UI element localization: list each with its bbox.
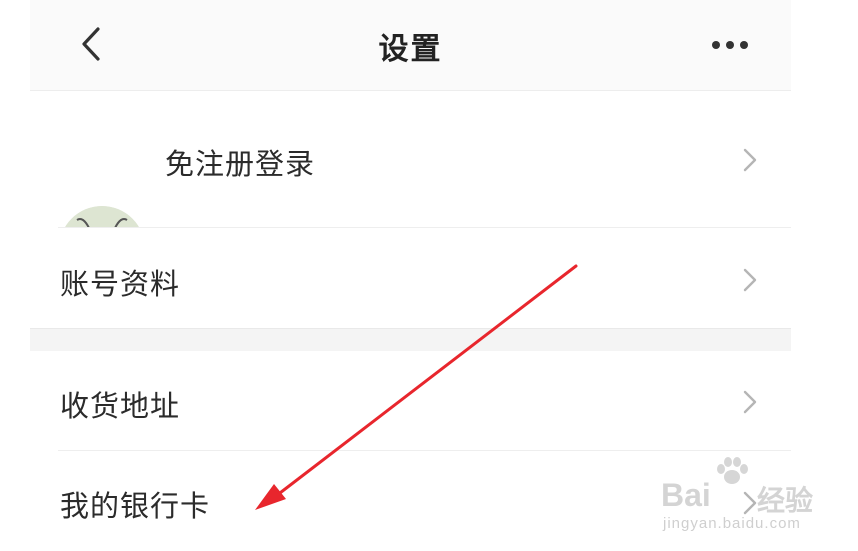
row-label: 账号资料 xyxy=(60,267,181,301)
baidu-jingyan-watermark: Bai 经验 jingyan.baidu.com xyxy=(655,455,855,545)
more-horizontal-icon[interactable] xyxy=(710,36,754,54)
page-title: 设置 xyxy=(378,32,443,67)
chevron-right-icon xyxy=(743,390,757,414)
profile-row[interactable]: 免注册登录 xyxy=(30,91,791,292)
top-navigation-bar: 设置 xyxy=(30,0,791,91)
watermark-brand-suffix: 经验 xyxy=(757,484,814,517)
chevron-right-icon xyxy=(743,148,757,172)
chevron-right-icon xyxy=(743,268,757,292)
row-label: 我的银行卡 xyxy=(60,489,211,523)
watermark-brand: Bai xyxy=(661,477,711,513)
login-label: 免注册登录 xyxy=(165,147,316,181)
section-separator xyxy=(30,328,791,352)
row-account-info[interactable]: 账号资料 xyxy=(30,228,791,328)
row-label: 收货地址 xyxy=(60,389,181,423)
row-shipping-address[interactable]: 收货地址 xyxy=(30,351,791,450)
paw-icon xyxy=(717,457,748,484)
watermark-url: jingyan.baidu.com xyxy=(663,515,801,532)
